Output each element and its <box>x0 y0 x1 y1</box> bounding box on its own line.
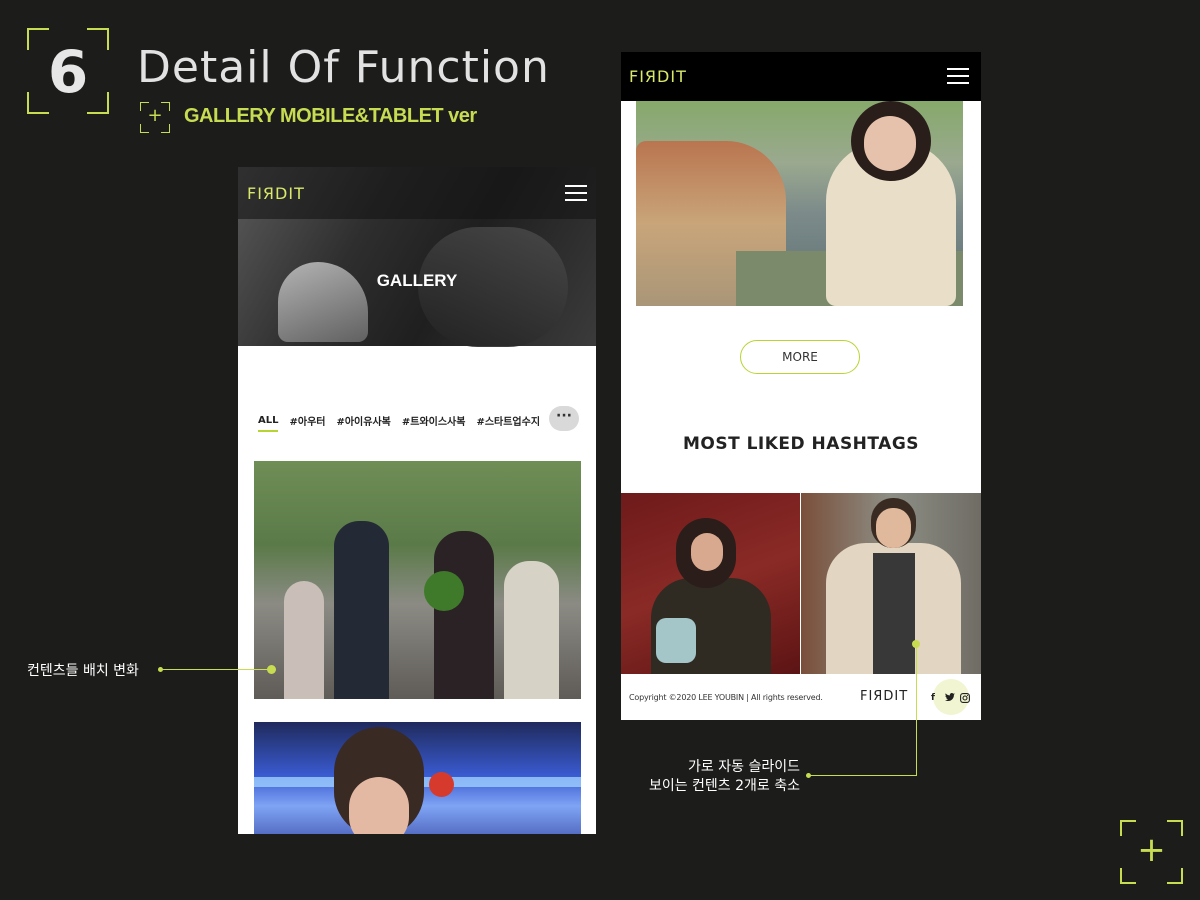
annotation-dot <box>267 665 276 674</box>
gallery-photo[interactable] <box>254 461 581 699</box>
gallery-header: FIЯDIT <box>238 167 596 219</box>
footer: Copyright ©2020 LEE YOUBIN | All rights … <box>621 674 981 720</box>
slide-title: Detail Of Function <box>137 42 550 93</box>
main-mobile-screen: FIЯDIT MORE MOST LIKED HASHTAGS Copyrigh… <box>621 52 981 720</box>
annotation-slide-line2: 보이는 컨텐츠 2개로 축소 <box>648 778 800 794</box>
footer-logo[interactable]: FIЯDIT <box>860 689 908 704</box>
brand-logo[interactable]: FIЯDIT <box>629 67 687 86</box>
annotation-dot <box>806 773 811 778</box>
slide-subtitle: GALLERY MOBILE&TABLET ver <box>184 105 477 127</box>
tab-startup-suzy[interactable]: #스타트업수지 <box>476 413 540 432</box>
hashtag-slide[interactable] <box>621 493 800 674</box>
annotation-slide-line1: 가로 자동 슬라이드 <box>688 759 800 775</box>
facebook-icon[interactable]: f <box>931 693 935 703</box>
brand-logo[interactable]: FIЯDIT <box>247 184 305 203</box>
twitter-icon[interactable] <box>945 693 955 705</box>
tab-all[interactable]: ALL <box>258 415 279 432</box>
hashtag-tabs: ALL #아우터 #아이유사복 #트와이스사복 #스타트업수지 <box>258 413 551 432</box>
tab-iu-casual[interactable]: #아이유사복 <box>336 413 390 432</box>
more-tabs-button[interactable]: ··· <box>549 406 579 431</box>
plus-icon: + <box>140 102 170 133</box>
featured-photo[interactable] <box>636 101 963 306</box>
annotation-layout-change: 컨텐츠들 배치 변화 <box>27 663 139 679</box>
gallery-hero-title: GALLERY <box>376 271 458 290</box>
section-number-box: 6 <box>27 28 109 114</box>
section-title: MOST LIKED HASHTAGS <box>682 434 920 454</box>
gallery-mobile-screen: FIЯDIT GALLERY ALL #아우터 #아이유사복 #트와이스사복 #… <box>238 167 596 834</box>
corner-plus-icon: + <box>1120 820 1183 884</box>
annotation-line <box>162 669 270 670</box>
hashtag-slide[interactable] <box>801 493 981 674</box>
main-header: FIЯDIT <box>621 52 981 101</box>
annotation-slide-note: 가로 자동 슬라이드 보이는 컨텐츠 2개로 축소 <box>560 758 800 796</box>
annotation-line <box>808 775 917 776</box>
copyright-text: Copyright ©2020 LEE YOUBIN | All rights … <box>629 693 823 702</box>
gallery-photo[interactable] <box>254 722 581 834</box>
tab-twice-casual[interactable]: #트와이스사복 <box>402 413 466 432</box>
tab-outer[interactable]: #아우터 <box>289 413 325 432</box>
more-button[interactable]: MORE <box>740 340 860 374</box>
annotation-line <box>916 646 917 776</box>
hamburger-icon[interactable] <box>947 68 969 84</box>
instagram-icon[interactable] <box>960 693 970 706</box>
section-number: 6 <box>47 38 89 106</box>
hamburger-icon[interactable] <box>565 185 587 201</box>
